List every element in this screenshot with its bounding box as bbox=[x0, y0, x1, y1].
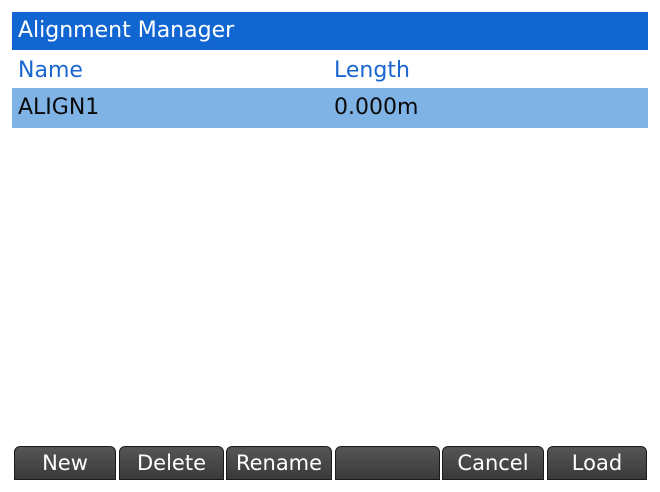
column-header-length: Length bbox=[334, 58, 410, 83]
delete-button[interactable]: Delete bbox=[119, 446, 224, 480]
table-row[interactable]: ALIGN1 0.000m bbox=[12, 88, 648, 128]
cancel-button[interactable]: Cancel bbox=[442, 446, 544, 480]
row-name-cell: ALIGN1 bbox=[18, 95, 100, 120]
window-title-bar: Alignment Manager bbox=[12, 12, 648, 50]
table-header: Name Length bbox=[12, 54, 648, 88]
softkey-bar: New Delete Rename Cancel Load bbox=[12, 444, 648, 480]
window-title: Alignment Manager bbox=[18, 18, 235, 43]
load-button[interactable]: Load bbox=[547, 446, 647, 480]
new-button[interactable]: New bbox=[14, 446, 116, 480]
row-length-cell: 0.000m bbox=[334, 95, 419, 120]
rename-button[interactable]: Rename bbox=[226, 446, 332, 480]
alignment-manager-screen: Alignment Manager Name Length ALIGN1 0.0… bbox=[12, 12, 648, 480]
blank-softkey[interactable] bbox=[335, 446, 440, 480]
column-header-name: Name bbox=[18, 58, 83, 83]
